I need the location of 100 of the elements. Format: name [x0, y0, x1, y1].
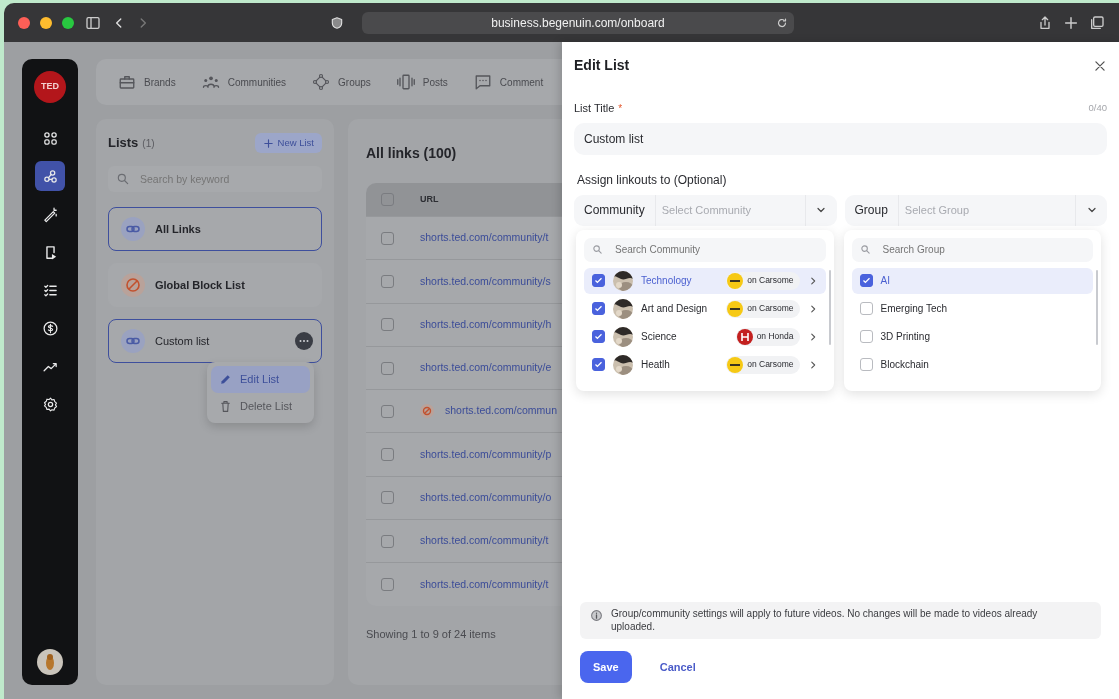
pencil-icon [219, 373, 232, 386]
window-control[interactable] [18, 16, 30, 29]
url-link[interactable]: shorts.ted.com/community/s [420, 273, 551, 290]
checkbox[interactable] [592, 302, 605, 315]
select-field[interactable]: Group Select Group [844, 194, 1107, 226]
select-label: Group [844, 194, 899, 226]
apps-icon [41, 129, 59, 147]
nav-tab[interactable]: Brands [118, 73, 176, 91]
reload-icon[interactable] [776, 16, 788, 29]
new-tab-icon[interactable] [1063, 14, 1079, 31]
trash-icon [219, 399, 232, 413]
dropdown-option[interactable]: Art and Design on Carsome [584, 295, 826, 322]
sidebar-item[interactable] [35, 161, 65, 191]
nav-tab-label: Communities [227, 75, 287, 90]
shield-icon [330, 14, 344, 31]
checkbox[interactable] [381, 404, 394, 418]
select-field[interactable]: Community Select Community [574, 194, 837, 226]
dropdown-option[interactable]: Technology on Carsome [584, 267, 826, 294]
column-header: URL [420, 192, 439, 206]
brand-label: on Carsome [747, 358, 794, 371]
list-item-label: All Links [155, 222, 201, 237]
checkbox[interactable] [381, 534, 394, 548]
nodes-icon [312, 73, 331, 91]
brand-logo [727, 356, 744, 373]
option-label: Heatlh [641, 358, 670, 372]
dropdown-option[interactable]: Emerging Tech [851, 295, 1093, 322]
checkbox[interactable] [592, 358, 605, 371]
search-icon [859, 244, 871, 255]
checkbox[interactable] [592, 330, 605, 343]
url-link[interactable]: shorts.ted.com/community/t [420, 533, 549, 550]
checkbox[interactable] [381, 274, 394, 288]
checkbox[interactable] [381, 578, 394, 591]
nav-tab[interactable]: Communities [201, 73, 287, 91]
brand-label: on Carsome [747, 274, 794, 287]
panel-title: Lists [108, 134, 139, 153]
list-item[interactable]: All Links [108, 207, 322, 252]
list-count: (1) [142, 136, 155, 151]
save-button[interactable]: Save [580, 650, 632, 683]
select-placeholder: Select Community [660, 202, 752, 218]
window-control[interactable] [40, 16, 52, 29]
sidebar-toggle-icon[interactable] [84, 14, 102, 31]
cancel-button[interactable]: Cancel [647, 650, 708, 683]
nav-tab-label: Brands [144, 75, 176, 90]
url-link[interactable]: shorts.ted.com/community/h [420, 316, 552, 333]
block-icon [121, 273, 145, 298]
nav-tab-label: Comment [499, 75, 544, 90]
check-icon [594, 360, 603, 369]
new-list-button[interactable]: New List [254, 133, 322, 154]
url-link[interactable]: shorts.ted.com/community/e [420, 360, 552, 376]
checkbox[interactable] [381, 318, 394, 332]
url-link[interactable]: shorts.ted.com/community/p [420, 446, 552, 463]
checkbox[interactable] [859, 302, 873, 315]
list-title-field[interactable]: Custom list [574, 122, 1107, 155]
checkbox[interactable] [381, 491, 394, 505]
url-link[interactable]: shorts.ted.com/community/t [420, 576, 549, 593]
pagination-summary: Showing 1 to 9 of 24 items [366, 626, 497, 642]
address-bar[interactable]: business.begenuin.com/onboard [362, 11, 794, 34]
option-label: 3D Printing [880, 330, 930, 344]
brand-logo [736, 328, 753, 345]
plus-icon [262, 137, 274, 149]
logo: TED [34, 71, 66, 103]
tabs-icon[interactable] [1089, 14, 1105, 31]
link-icon [121, 329, 145, 354]
option-label: Emerging Tech [880, 302, 948, 316]
dropdown-option[interactable]: 3D Printing [851, 323, 1093, 350]
nav-tab-label: Posts [422, 75, 448, 90]
window-control[interactable] [62, 16, 74, 29]
scrollbar[interactable] [828, 269, 831, 345]
checkbox[interactable] [381, 361, 394, 375]
checkbox[interactable] [381, 448, 394, 462]
nav-tab[interactable]: Comment [473, 73, 544, 91]
dropdown-option[interactable]: Science on Honda [584, 323, 826, 350]
avatar[interactable] [37, 649, 63, 675]
url-link[interactable]: shorts.ted.com/community/o [420, 490, 552, 506]
select-label: Community [574, 194, 656, 226]
panel-title: All links (100) [366, 144, 458, 163]
checkbox[interactable] [859, 274, 873, 287]
checkbox[interactable] [859, 358, 873, 371]
nav-tab[interactable]: Posts [396, 73, 448, 91]
phone-vibrate-icon [396, 73, 415, 91]
url-link[interactable]: shorts.ted.com/commun [445, 403, 558, 420]
more-options-icon[interactable] [295, 332, 313, 351]
search-icon [116, 172, 130, 187]
dropdown-option[interactable]: Blockchain [851, 351, 1093, 378]
dropdown-option[interactable]: AI [851, 267, 1093, 294]
required-mark: * [618, 101, 623, 116]
character-counter: 0/40 [1088, 101, 1107, 116]
share-icon[interactable] [1037, 14, 1053, 31]
url-link[interactable]: shorts.ted.com/community/t [420, 230, 549, 246]
nav-tab[interactable]: Groups [312, 73, 371, 91]
dropdown-option[interactable]: Heatlh on Carsome [584, 351, 826, 378]
checkbox[interactable] [859, 330, 873, 343]
checkbox[interactable] [381, 231, 394, 245]
close-icon[interactable] [1093, 58, 1107, 73]
field-label: List Title [574, 101, 615, 116]
checkbox[interactable] [592, 274, 605, 287]
menu-item[interactable]: Edit List [211, 366, 310, 393]
scrollbar[interactable] [1096, 269, 1098, 345]
check-icon [594, 276, 603, 285]
menu-item[interactable]: Delete List [211, 392, 310, 420]
